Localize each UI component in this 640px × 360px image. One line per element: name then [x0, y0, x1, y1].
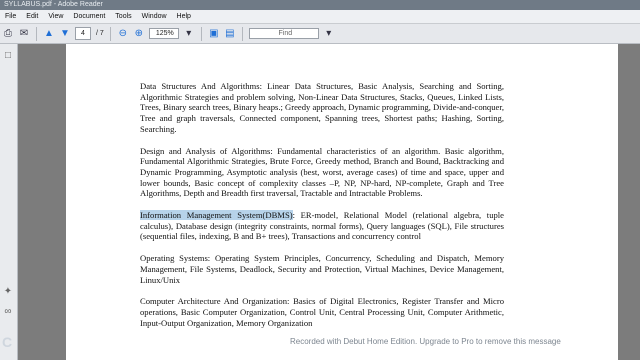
- menu-file[interactable]: File: [0, 13, 21, 20]
- menu-view[interactable]: View: [43, 13, 68, 20]
- zoom-in-icon[interactable]: ⊕: [133, 27, 145, 41]
- paperclip-icon[interactable]: ∞: [3, 306, 13, 318]
- previous-page-icon[interactable]: ▲: [43, 27, 55, 41]
- toolbar: ⎙ ✉ ▲ ▼ 4 / 7 ⊖ ⊕ 125% ▾ ▣ ▤ Find ▾: [0, 24, 640, 44]
- find-dropdown-icon[interactable]: ▾: [323, 27, 335, 41]
- recorder-logo-icon: C: [2, 334, 13, 350]
- paragraph-computer-architecture: Computer Architecture And Organization: …: [140, 296, 504, 328]
- menu-help[interactable]: Help: [172, 13, 196, 20]
- syllabus-text: Data Structures And Algorithms: Linear D…: [140, 81, 504, 339]
- find-input[interactable]: Find: [248, 28, 319, 39]
- fit-width-icon[interactable]: ▤: [224, 27, 236, 41]
- zoom-out-icon[interactable]: ⊖: [117, 27, 129, 41]
- page-number-input[interactable]: 4: [75, 27, 91, 40]
- fit-page-icon[interactable]: ▣: [208, 27, 220, 41]
- window-title-bar: SYLLABUS.pdf - Adobe Reader: [0, 0, 640, 10]
- toolbar-divider: [200, 26, 202, 41]
- pages-panel-icon[interactable]: □: [3, 50, 13, 62]
- toolbar-divider: [36, 26, 37, 41]
- toolbar-divider: [109, 26, 111, 41]
- paragraph-data-structures: Data Structures And Algorithms: Linear D…: [140, 81, 504, 134]
- paragraph-operating-systems: Operating Systems: Operating System Prin…: [140, 253, 504, 285]
- page-total: / 7: [96, 30, 104, 37]
- menu-tools[interactable]: Tools: [110, 13, 136, 20]
- print-icon[interactable]: ⎙: [2, 27, 14, 41]
- paragraph-dbms: Information Management System(DBMS): ER-…: [140, 210, 504, 242]
- window-title: SYLLABUS.pdf - Adobe Reader: [4, 1, 103, 8]
- paragraph-algorithms: Design and Analysis of Algorithms: Funda…: [140, 145, 504, 199]
- menu-document[interactable]: Document: [68, 13, 110, 20]
- next-page-icon[interactable]: ▼: [59, 27, 71, 41]
- menu-window[interactable]: Window: [137, 13, 172, 20]
- selected-text-highlight: Information Management System(DBMS): [140, 210, 293, 221]
- recorder-watermark: Recorded with Debut Home Edition. Upgrad…: [290, 337, 561, 346]
- toolbar-divider: [241, 26, 243, 41]
- share-icon[interactable]: ✉: [18, 27, 30, 41]
- menu-edit[interactable]: Edit: [21, 13, 43, 20]
- zoom-dropdown-icon[interactable]: ▾: [183, 27, 195, 41]
- navigation-panel: □ ✦ ∞: [0, 44, 18, 360]
- zoom-level-select[interactable]: 125%: [148, 28, 179, 39]
- attachment-icon[interactable]: ✦: [3, 286, 13, 298]
- pdf-page: Data Structures And Algorithms: Linear D…: [66, 44, 618, 360]
- menu-bar: File Edit View Document Tools Window Hel…: [0, 10, 640, 24]
